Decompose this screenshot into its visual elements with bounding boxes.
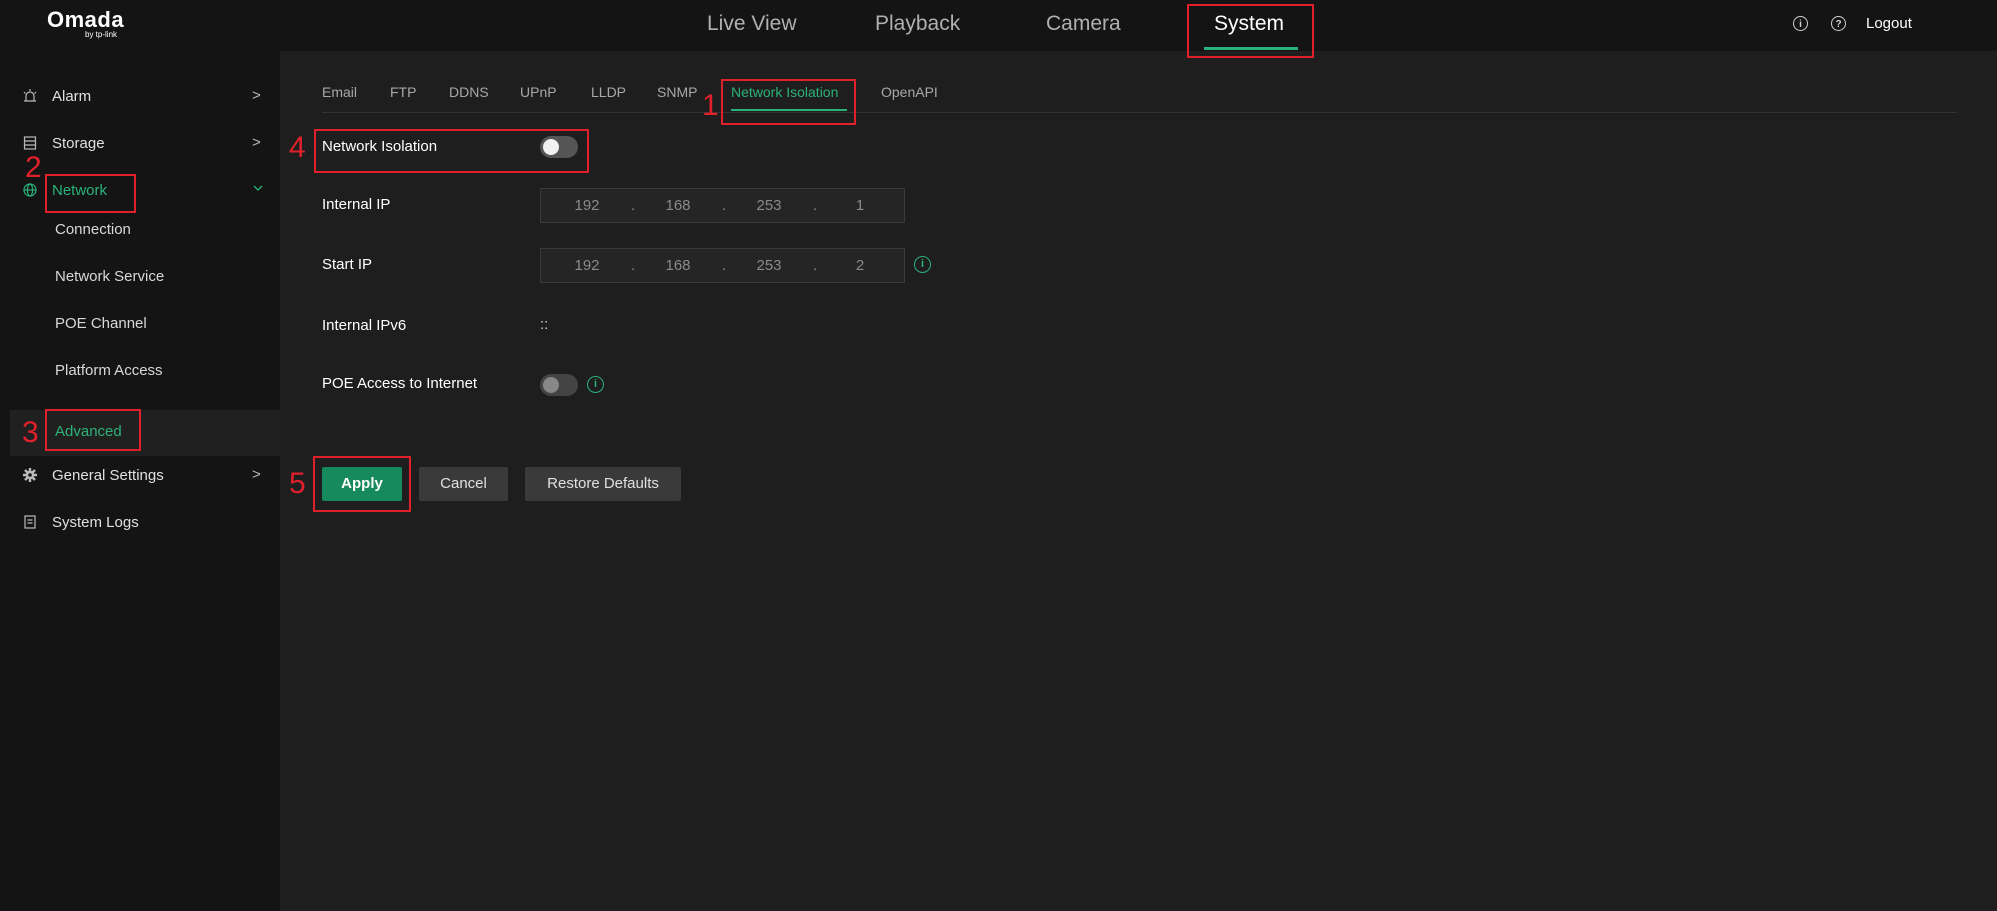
sidebar-sub-poe-channel[interactable]: POE Channel	[0, 301, 280, 347]
sidebar-item-label: General Settings	[52, 467, 164, 484]
sidebar-item-system-logs[interactable]: System Logs	[0, 504, 280, 542]
sidebar-sub-label: Network Service	[55, 268, 165, 285]
globe-icon	[22, 182, 38, 198]
nav-playback[interactable]: Playback	[875, 12, 960, 36]
internal-ip-label: Internal IP	[322, 196, 391, 213]
ip-octet: 168	[665, 197, 691, 214]
tab-upnp[interactable]: UPnP	[520, 84, 557, 100]
sidebar-sub-label: Platform Access	[55, 362, 163, 379]
poe-access-info-icon[interactable]: i	[587, 376, 604, 393]
sidebar-item-label: Storage	[52, 135, 105, 152]
help-icon[interactable]: ?	[1831, 16, 1846, 31]
annotation-number: 2	[25, 151, 42, 184]
highlight-system-tab	[1187, 4, 1314, 58]
start-ip-field[interactable]: 192 . 168 . 253 . 2	[540, 248, 905, 283]
highlight-advanced-sidebar	[45, 409, 141, 451]
ip-octet: 1	[855, 197, 865, 214]
sidebar-item-network[interactable]: Network	[0, 172, 280, 210]
omada-logo: Omada by tp-link	[47, 7, 125, 40]
annotation-number: 3	[22, 416, 39, 449]
tab-ftp[interactable]: FTP	[390, 84, 416, 100]
ip-octet: 253	[756, 257, 782, 274]
ip-octet: 192	[574, 197, 600, 214]
tab-lldp[interactable]: LLDP	[591, 84, 626, 100]
top-bar: Omada by tp-link Live View Playback Came…	[0, 0, 1997, 51]
sidebar-sub-platform-access[interactable]: Platform Access	[0, 348, 280, 394]
storage-icon	[22, 135, 38, 151]
highlight-network-isolation-toggle	[314, 129, 589, 173]
highlight-network-sidebar	[45, 174, 136, 213]
sidebar-item-label: Alarm	[52, 88, 92, 105]
annotation-number: 1	[702, 89, 719, 122]
logout-link[interactable]: Logout	[1866, 15, 1912, 32]
highlight-network-isolation-tab	[721, 79, 856, 125]
sidebar-sub-label: POE Channel	[55, 315, 147, 332]
logs-icon	[22, 514, 38, 530]
sidebar-item-general-settings[interactable]: General Settings >	[0, 457, 280, 495]
sidebar-sub-connection[interactable]: Connection	[0, 207, 280, 253]
poe-access-toggle[interactable]	[540, 374, 578, 396]
chevron-down-icon	[252, 181, 264, 198]
tab-snmp[interactable]: SNMP	[657, 84, 697, 100]
toggle-knob	[543, 377, 559, 393]
cancel-button[interactable]: Cancel	[419, 467, 508, 501]
tabs-divider	[322, 112, 1957, 113]
internal-ipv6-value: ::	[540, 316, 549, 333]
internal-ipv6-label: Internal IPv6	[322, 317, 407, 334]
ip-octet: 192	[574, 257, 600, 274]
ip-dot: .	[631, 197, 636, 214]
tab-openapi[interactable]: OpenAPI	[881, 84, 938, 100]
restore-defaults-button[interactable]: Restore Defaults	[525, 467, 681, 501]
logo-sub: by tp-link	[85, 30, 118, 39]
ip-octet: 168	[665, 257, 691, 274]
gear-icon	[22, 467, 38, 483]
sidebar-sub-network-service[interactable]: Network Service	[0, 254, 280, 300]
ip-dot: .	[813, 257, 818, 274]
ip-dot: .	[813, 197, 818, 214]
ip-dot: .	[631, 257, 636, 274]
start-ip-info-icon[interactable]: i	[914, 256, 931, 273]
nav-camera[interactable]: Camera	[1046, 12, 1121, 36]
alarm-icon	[22, 88, 38, 104]
sidebar-item-alarm[interactable]: Alarm >	[0, 78, 280, 116]
annotation-number: 5	[289, 467, 306, 500]
sidebar: Alarm > Storage > Network Connection Net…	[0, 51, 280, 911]
ip-octet: 253	[756, 197, 782, 214]
annotation-number: 4	[289, 131, 306, 164]
chevron-right-icon: >	[252, 134, 261, 151]
ip-dot: .	[722, 257, 727, 274]
poe-access-label: POE Access to Internet	[322, 375, 478, 392]
sidebar-sub-label: Connection	[55, 221, 131, 238]
tab-ddns[interactable]: DDNS	[449, 84, 489, 100]
highlight-apply-button	[313, 456, 411, 512]
chevron-right-icon: >	[252, 466, 261, 483]
internal-ip-field[interactable]: 192 . 168 . 253 . 1	[540, 188, 905, 223]
start-ip-label: Start IP	[322, 256, 373, 273]
tab-email[interactable]: Email	[322, 84, 357, 100]
ip-octet: 2	[855, 257, 865, 274]
ip-dot: .	[722, 197, 727, 214]
sidebar-item-storage[interactable]: Storage >	[0, 125, 280, 163]
chevron-right-icon: >	[252, 87, 261, 104]
info-icon[interactable]: i	[1793, 16, 1808, 31]
logo-name: Omada	[47, 7, 125, 32]
sidebar-item-label: System Logs	[52, 514, 139, 531]
nav-live-view[interactable]: Live View	[707, 12, 797, 36]
